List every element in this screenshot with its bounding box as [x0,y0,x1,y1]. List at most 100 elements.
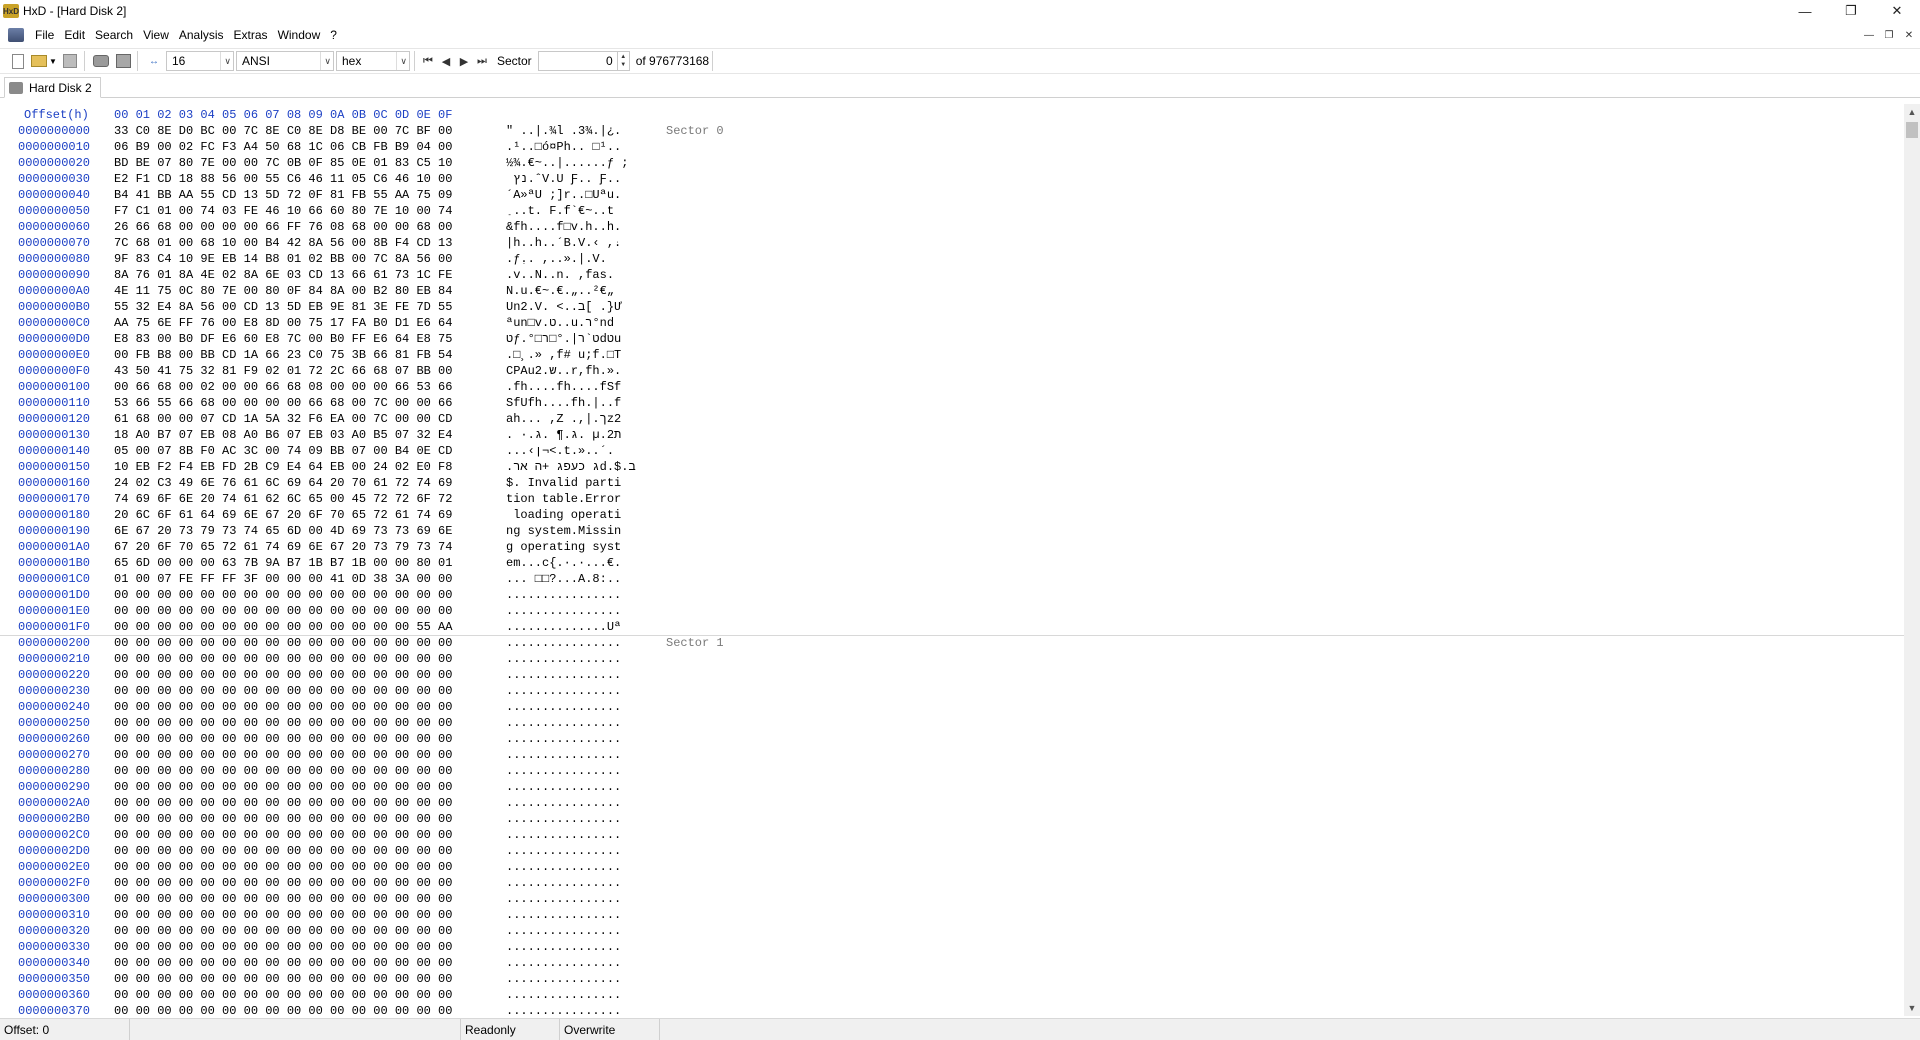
row-decoded-text[interactable]: ... □□?...A.8:.. [506,572,621,586]
scroll-up-icon[interactable]: ▲ [1904,104,1920,120]
row-hex-bytes[interactable]: 00 00 00 00 00 00 00 00 00 00 00 00 00 0… [114,892,452,906]
row-decoded-text[interactable]: ................ [506,988,621,1002]
hex-row[interactable]: 00000002C0 00 00 00 00 00 00 00 00 00 00 … [0,828,1904,844]
row-hex-bytes[interactable]: 7C 68 01 00 68 10 00 B4 42 8A 56 00 8B F… [114,236,452,250]
row-hex-bytes[interactable]: 00 00 00 00 00 00 00 00 00 00 00 00 00 0… [114,684,452,698]
row-hex-bytes[interactable]: B4 41 BB AA 55 CD 13 5D 72 0F 81 FB 55 A… [114,188,452,202]
hex-row[interactable]: 0000000030 E2 F1 CD 18 88 56 00 55 C6 46 … [0,172,1904,188]
row-decoded-text[interactable]: |h..h..´B.V.‹ ,ּ. [506,236,621,250]
hex-row[interactable]: 0000000100 00 66 68 00 02 00 00 66 68 08 … [0,380,1904,396]
row-decoded-text[interactable]: טƒ.°□ט`ר|.°□רdטu [506,332,621,346]
row-decoded-text[interactable]: &fh....f□v.h..h. [506,220,621,234]
mdi-minimize-icon[interactable]: — [1862,28,1876,42]
hex-row[interactable]: 00000001D0 00 00 00 00 00 00 00 00 00 00 … [0,588,1904,604]
row-hex-bytes[interactable]: 00 00 00 00 00 00 00 00 00 00 00 00 00 0… [114,748,452,762]
row-decoded-text[interactable]: ...‹ן¬<.t.»..´. [506,444,614,458]
hex-row[interactable]: 0000000140 05 00 07 8B F0 AC 3C 00 74 09 … [0,444,1904,460]
row-hex-bytes[interactable]: 00 00 00 00 00 00 00 00 00 00 00 00 00 0… [114,876,452,890]
offset-base-select[interactable]: hex ∨ [336,51,410,71]
hex-row[interactable]: 0000000360 00 00 00 00 00 00 00 00 00 00 … [0,988,1904,1004]
row-hex-bytes[interactable]: 00 00 00 00 00 00 00 00 00 00 00 00 00 0… [114,620,452,634]
row-hex-bytes[interactable]: 53 66 55 66 68 00 00 00 00 66 68 00 7C 0… [114,396,452,410]
hex-row[interactable]: 0000000350 00 00 00 00 00 00 00 00 00 00 … [0,972,1904,988]
row-decoded-text[interactable]: ................ [506,668,621,682]
row-hex-bytes[interactable]: BD BE 07 80 7E 00 00 7C 0B 0F 85 0E 01 8… [114,156,452,170]
hex-row[interactable]: 0000000070 7C 68 01 00 68 10 00 B4 42 8A … [0,236,1904,252]
hex-row[interactable]: 0000000280 00 00 00 00 00 00 00 00 00 00 … [0,764,1904,780]
row-decoded-text[interactable]: .ƒִ.. ,..».|.V. [506,252,607,266]
row-decoded-text[interactable]: ................ [506,588,621,602]
row-decoded-text[interactable]: ................ [506,636,621,650]
row-hex-bytes[interactable]: 00 00 00 00 00 00 00 00 00 00 00 00 00 0… [114,844,452,858]
row-hex-bytes[interactable]: 4E 11 75 0C 80 7E 00 80 0F 84 8A 00 B2 8… [114,284,452,298]
row-hex-bytes[interactable]: 00 66 68 00 02 00 00 66 68 08 00 00 00 6… [114,380,452,394]
restore-icon[interactable]: ❐ [1828,0,1874,22]
row-hex-bytes[interactable]: 00 00 00 00 00 00 00 00 00 00 00 00 00 0… [114,652,452,666]
hex-row[interactable]: 00000001F0 00 00 00 00 00 00 00 00 00 00 … [0,620,1904,636]
menu-search[interactable]: Search [90,24,138,46]
hex-row[interactable]: 0000000020 BD BE 07 80 7E 00 00 7C 0B 0F … [0,156,1904,172]
row-decoded-text[interactable]: ................ [506,828,621,842]
hex-row[interactable]: 00000002E0 00 00 00 00 00 00 00 00 00 00 … [0,860,1904,876]
row-decoded-text[interactable]: ½¾.€~..|......ƒ ; [506,156,628,170]
vertical-scrollbar[interactable]: ▲ ▼ [1904,104,1920,1016]
hex-row[interactable]: 0000000210 00 00 00 00 00 00 00 00 00 00 … [0,652,1904,668]
row-decoded-text[interactable]: נץ.ˆV.U Ƒ.. Ƒ.. [506,172,621,186]
last-sector-button[interactable]: ⏭ [473,52,491,70]
minimize-icon[interactable]: — [1782,0,1828,22]
row-hex-bytes[interactable]: 00 00 00 00 00 00 00 00 00 00 00 00 00 0… [114,636,452,650]
row-hex-bytes[interactable]: 20 6C 6F 61 64 69 6E 67 20 6F 70 65 72 6… [114,508,452,522]
row-decoded-text[interactable]: " ..|.¾l .3¾.|¿. [506,124,621,138]
hex-row[interactable]: 0000000240 00 00 00 00 00 00 00 00 00 00 … [0,700,1904,716]
menu-window[interactable]: Window [273,24,326,46]
row-decoded-text[interactable]: ................ [506,924,621,938]
row-decoded-text[interactable]: ................ [506,748,621,762]
row-hex-bytes[interactable]: 00 00 00 00 00 00 00 00 00 00 00 00 00 0… [114,764,452,778]
row-hex-bytes[interactable]: 00 00 00 00 00 00 00 00 00 00 00 00 00 0… [114,956,452,970]
row-decoded-text[interactable]: ªun□v.ט..u.ר°nd [506,316,614,330]
row-hex-bytes[interactable]: 06 B9 00 02 FC F3 A4 50 68 1C 06 CB FB B… [114,140,452,154]
hex-row[interactable]: 0000000170 74 69 6F 6E 20 74 61 62 6C 65 … [0,492,1904,508]
row-hex-bytes[interactable]: 8A 76 01 8A 4E 02 8A 6E 03 CD 13 66 61 7… [114,268,452,282]
row-decoded-text[interactable]: ................ [506,652,621,666]
hex-row[interactable]: 0000000330 00 00 00 00 00 00 00 00 00 00 … [0,940,1904,956]
row-hex-bytes[interactable]: 6E 67 20 73 79 73 74 65 6D 00 4D 69 73 7… [114,524,452,538]
sector-input[interactable]: 0 [537,51,618,71]
hex-row[interactable]: 0000000090 8A 76 01 8A 4E 02 8A 6E 03 CD … [0,268,1904,284]
hex-row[interactable]: 0000000110 53 66 55 66 68 00 00 00 00 66 … [0,396,1904,412]
hex-row[interactable]: 00000002B0 00 00 00 00 00 00 00 00 00 00 … [0,812,1904,828]
tab-hard-disk-2[interactable]: Hard Disk 2 [4,77,101,98]
row-decoded-text[interactable]: ................ [506,940,621,954]
row-hex-bytes[interactable]: 00 00 00 00 00 00 00 00 00 00 00 00 00 0… [114,812,452,826]
hex-row[interactable]: 0000000050 F7 C1 01 00 74 03 FE 46 10 66 … [0,204,1904,220]
hex-row[interactable]: 0000000000 33 C0 8E D0 BC 00 7C 8E C0 8E … [0,124,1904,140]
row-decoded-text[interactable]: ................ [506,908,621,922]
menu-help[interactable]: ? [325,24,342,46]
row-hex-bytes[interactable]: 00 00 00 00 00 00 00 00 00 00 00 00 00 0… [114,828,452,842]
row-decoded-text[interactable]: .¹..□ó¤Ph.. □¹.. [506,140,621,154]
hex-row[interactable]: 00000001C0 01 00 07 FE FF FF 3F 00 00 00 … [0,572,1904,588]
row-hex-bytes[interactable]: 00 00 00 00 00 00 00 00 00 00 00 00 00 0… [114,988,452,1002]
row-hex-bytes[interactable]: 74 69 6F 6E 20 74 61 62 6C 65 00 45 72 7… [114,492,452,506]
scroll-down-icon[interactable]: ▼ [1904,1000,1920,1016]
row-decoded-text[interactable]: ................ [506,780,621,794]
row-decoded-text[interactable]: ................ [506,796,621,810]
row-hex-bytes[interactable]: 00 00 00 00 00 00 00 00 00 00 00 00 00 0… [114,604,452,618]
row-hex-bytes[interactable]: 00 FB B8 00 BB CD 1A 66 23 C0 75 3B 66 8… [114,348,452,362]
menu-analysis[interactable]: Analysis [174,24,229,46]
row-decoded-text[interactable]: . ·.ג.¶ .ג. µ.ת2 [506,428,621,442]
sector-spinner[interactable]: ▲ ▼ [617,51,630,71]
row-hex-bytes[interactable]: F7 C1 01 00 74 03 FE 46 10 66 60 80 7E 1… [114,204,452,218]
row-hex-bytes[interactable]: 24 02 C3 49 6E 76 61 6C 69 64 20 70 61 7… [114,476,452,490]
hex-row[interactable]: 00000000A0 4E 11 75 0C 80 7E 00 80 0F 84 … [0,284,1904,300]
row-hex-bytes[interactable]: 00 00 00 00 00 00 00 00 00 00 00 00 00 0… [114,940,452,954]
row-hex-bytes[interactable]: 55 32 E4 8A 56 00 CD 13 5D EB 9E 81 3E F… [114,300,452,314]
hex-row[interactable]: 00000002D0 00 00 00 00 00 00 00 00 00 00 … [0,844,1904,860]
menu-file[interactable]: File [30,24,59,46]
menu-extras[interactable]: Extras [229,24,273,46]
row-decoded-text[interactable]: .ג כעפג +ה ארd.$.ב [506,460,636,474]
row-decoded-text[interactable]: ַ..t. F.f`€~..t [506,204,614,218]
row-decoded-text[interactable]: ................ [506,700,621,714]
row-decoded-text[interactable]: tion table.Error [506,492,621,506]
previous-sector-button[interactable]: ◀ [437,52,455,70]
